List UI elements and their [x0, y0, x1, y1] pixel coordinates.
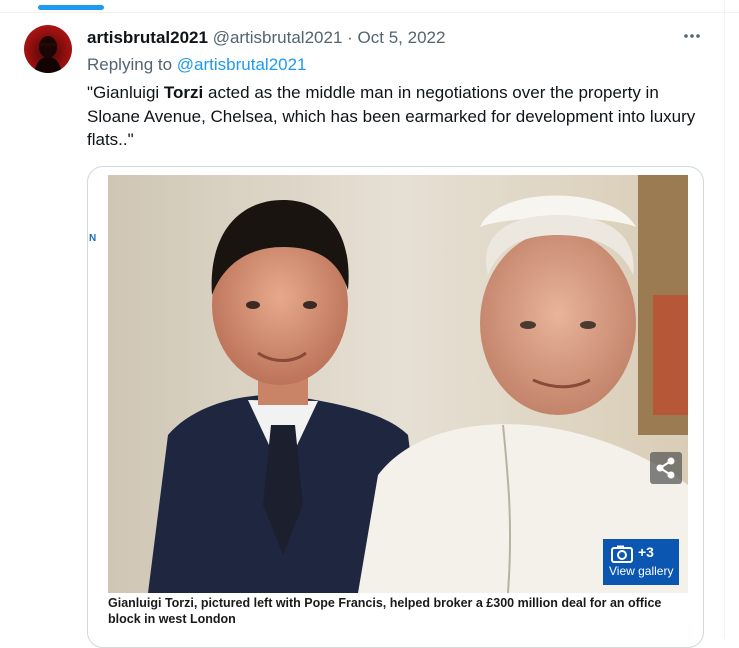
link-card[interactable]: N +3 View gallery Gianluigi Torzi, pictu…	[87, 166, 704, 648]
replying-mention[interactable]: @artisbrutal2021	[177, 55, 307, 74]
divider	[0, 12, 739, 13]
ellipsis-icon[interactable]	[681, 25, 703, 47]
article-photo[interactable]	[108, 175, 688, 593]
separator-dot: ·	[347, 28, 353, 47]
view-gallery-button[interactable]: +3 View gallery	[603, 539, 679, 585]
share-button[interactable]	[650, 452, 682, 484]
card-edge-text: N	[89, 233, 97, 244]
column-border	[724, 0, 725, 638]
photo-caption: Gianluigi Torzi, pictured left with Pope…	[108, 596, 662, 626]
tweet-text-bold: Torzi	[163, 83, 204, 102]
replying-to: Replying to @artisbrutal2021	[87, 55, 307, 75]
active-tab-indicator	[38, 5, 104, 10]
avatar[interactable]	[24, 25, 72, 73]
display-name[interactable]: artisbrutal2021	[87, 28, 208, 47]
share-icon	[656, 457, 675, 479]
tweet-date[interactable]: Oct 5, 2022	[358, 28, 446, 47]
replying-prefix: Replying to	[87, 55, 173, 74]
user-handle[interactable]: @artisbrutal2021	[213, 28, 343, 47]
tweet-header: artisbrutal2021 @artisbrutal2021 · Oct 5…	[87, 28, 445, 48]
tweet-text: "Gianluigi Torzi acted as the middle man…	[87, 81, 707, 152]
tweet-text-start: "Gianluigi	[87, 83, 164, 102]
camera-icon	[611, 545, 633, 563]
gallery-count: +3	[638, 544, 654, 560]
gallery-label: View gallery	[609, 564, 674, 578]
